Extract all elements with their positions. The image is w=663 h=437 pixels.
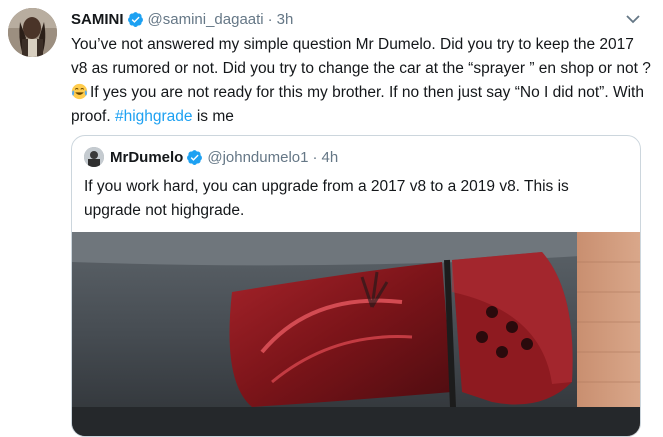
quoted-display-name[interactable]: MrDumelo xyxy=(110,149,183,166)
quoted-tweet[interactable]: MrDumelo @johndumelo1 · 4h If you work h… xyxy=(71,135,641,437)
handle[interactable]: @samini_dagaati xyxy=(148,11,264,28)
avatar-samini[interactable] xyxy=(8,8,57,57)
tweet-text: You’ve not answered my simple question M… xyxy=(71,33,651,129)
tweet-text-part3: is me xyxy=(192,108,234,125)
tweet[interactable]: SAMINI @samini_dagaati · 3h You’ve not a… xyxy=(0,0,663,437)
quoted-tweet-text: If you work hard, you can upgrade from a… xyxy=(84,178,569,219)
verified-badge-icon xyxy=(186,149,203,166)
timestamp[interactable]: 3h xyxy=(277,11,294,28)
chevron-down-icon[interactable] xyxy=(625,12,641,26)
tweet-header: SAMINI @samini_dagaati · 3h xyxy=(71,9,293,29)
quoted-timestamp[interactable]: 4h xyxy=(321,149,338,166)
hashtag-link[interactable]: #highgrade xyxy=(115,108,193,125)
verified-badge-icon xyxy=(127,11,144,28)
separator-dot: · xyxy=(267,10,273,28)
car-taillight-photo[interactable] xyxy=(72,232,640,436)
quoted-tweet-header: MrDumelo @johndumelo1 · 4h xyxy=(84,146,338,168)
tears-of-joy-emoji xyxy=(71,83,88,100)
tweet-text-part1: You’ve not answered my simple question M… xyxy=(71,36,651,77)
separator-dot: · xyxy=(312,148,318,166)
avatar-mrdumelo[interactable] xyxy=(84,147,104,167)
quoted-handle[interactable]: @johndumelo1 xyxy=(207,149,308,166)
display-name[interactable]: SAMINI xyxy=(71,11,124,28)
